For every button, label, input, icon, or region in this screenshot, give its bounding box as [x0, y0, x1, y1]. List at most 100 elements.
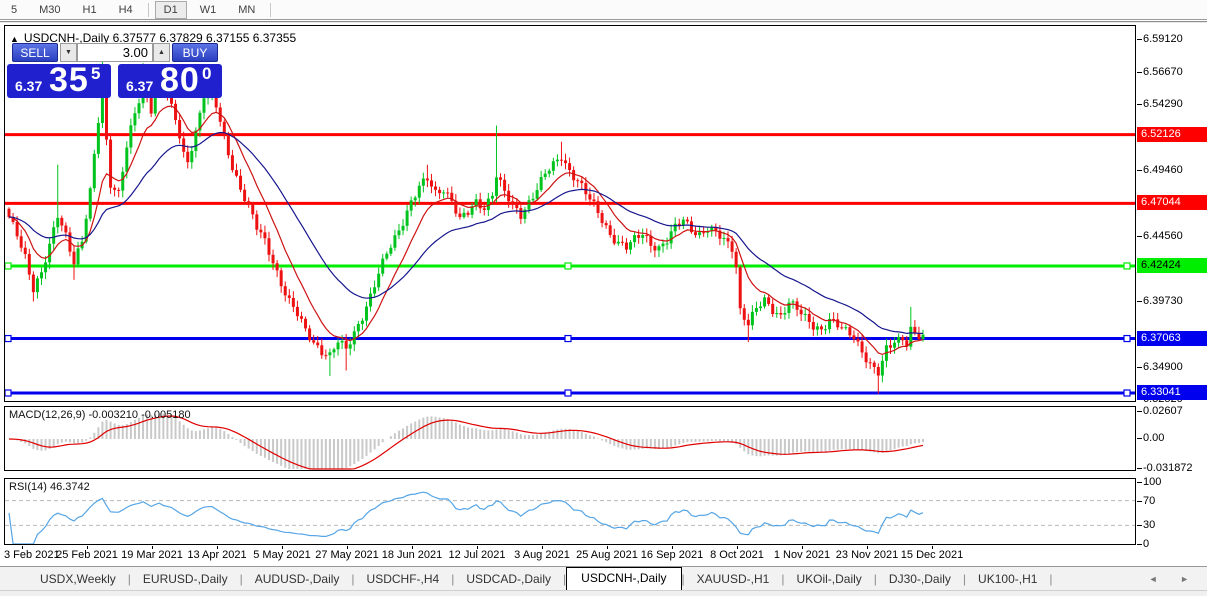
bid-price-box[interactable]: 6.37 35 5	[7, 64, 111, 98]
price-tick-mark	[1137, 39, 1142, 40]
chart-tab-eurusd-daily[interactable]: EURUSD-,Daily	[131, 569, 240, 590]
rsi-value: 46.3742	[50, 481, 90, 493]
price-marker-6.52126: 6.52126	[1137, 127, 1207, 142]
price-tick-label: 6.49460	[1143, 164, 1183, 176]
timeframe-button-d1[interactable]: D1	[155, 1, 187, 19]
macd-label: MACD(12,26,9) -0.003210 -0.005180	[9, 409, 191, 421]
price-tick-mark	[1137, 525, 1142, 526]
time-axis-label: 23 Nov 2021	[836, 549, 898, 561]
ma-30-line[interactable]	[9, 133, 923, 334]
price-tick-label: 6.59120	[1143, 33, 1183, 45]
price-tick-mark	[1137, 501, 1142, 502]
timeframe-button-h1[interactable]: H1	[74, 1, 106, 19]
macd-values: -0.003210 -0.005180	[88, 409, 190, 421]
volume-decrease-icon[interactable]: ▼	[60, 43, 77, 62]
chart-tab-usdchf-h4[interactable]: USDCHF-,H4	[355, 569, 452, 590]
price-marker-6.47044: 6.47044	[1137, 195, 1207, 210]
tab-scroll-arrows[interactable]: ◄ ►	[1149, 574, 1199, 584]
chart-tab-dj30-daily[interactable]: DJ30-,Daily	[877, 569, 963, 590]
timeframe-button-h4[interactable]: H4	[110, 1, 142, 19]
chart-tab-ukoil-daily[interactable]: UKOil-,Daily	[784, 569, 873, 590]
price-tick-label: 100	[1143, 476, 1161, 488]
chart-tab-xauusd-h1[interactable]: XAUUSD-,H1	[685, 569, 782, 590]
time-axis: 3 Feb 202125 Feb 202119 Mar 2021 13 Apr 2…	[4, 546, 1137, 565]
timeframe-button-w1[interactable]: W1	[191, 1, 226, 19]
chart-tab-audusd-daily[interactable]: AUDUSD-,Daily	[243, 569, 352, 590]
bid-pip-digit: 5	[91, 64, 100, 84]
one-click-trade-panel: SELL ▼ ▲ BUY 6.37 35 5 6.37 80 0	[7, 43, 222, 100]
hline-6.33041[interactable]	[5, 390, 1135, 396]
chart-tab-bar: USDX,Weekly|EURUSD-,Daily|AUDUSD-,Daily|…	[0, 566, 1207, 590]
price-tick-mark	[1137, 411, 1142, 412]
bottom-strip	[0, 590, 1207, 596]
price-tick-mark	[1137, 170, 1142, 171]
macd-signal-line	[9, 416, 923, 469]
price-tick-label: 70	[1143, 495, 1155, 507]
rsi-line	[9, 492, 923, 544]
chart-tab-usdcnh-daily[interactable]: USDCNH-,Daily	[566, 567, 681, 590]
price-tick-label: 6.34900	[1143, 361, 1183, 373]
timeframe-button-mn[interactable]: MN	[229, 1, 264, 19]
ask-prefix: 6.37	[126, 78, 153, 94]
price-tick-mark	[1137, 438, 1142, 439]
hline-6.37063[interactable]	[5, 336, 1135, 342]
bid-prefix: 6.37	[15, 78, 42, 94]
ma-10-line[interactable]	[9, 106, 923, 354]
chart-tab-usdx-weekly[interactable]: USDX,Weekly	[28, 569, 128, 590]
volume-increase-icon[interactable]: ▲	[153, 43, 170, 62]
price-tick-label: 30	[1143, 519, 1155, 531]
price-tick-mark	[1137, 236, 1142, 237]
price-tick-mark	[1137, 104, 1142, 105]
toolbar-separator	[270, 3, 271, 17]
chart-tab-usdcad-daily[interactable]: USDCAD-,Daily	[454, 569, 563, 590]
tab-separator: |	[1049, 572, 1052, 590]
time-axis-label: 13 Apr 2021	[187, 549, 246, 561]
window-edge	[0, 21, 1207, 23]
macd-panel[interactable]: MACD(12,26,9) -0.003210 -0.005180	[4, 406, 1136, 471]
price-marker-6.33041: 6.33041	[1137, 385, 1207, 400]
bid-big-digits: 35	[49, 61, 89, 100]
volume-stepper: ▼ ▲	[60, 43, 170, 62]
price-tick-label: -0.031872	[1143, 462, 1193, 474]
price-tick-label: 0.02607	[1143, 405, 1183, 417]
time-axis-label: 16 Sep 2021	[641, 549, 703, 561]
timeframe-toolbar: 5M30 H1H4 D1W1MN	[0, 0, 1207, 20]
buy-button[interactable]: BUY	[172, 43, 218, 62]
ask-pip-digit: 0	[202, 64, 211, 84]
price-tick-label: 6.54290	[1143, 98, 1183, 110]
chart-tab-uk100-h1[interactable]: UK100-,H1	[966, 569, 1049, 590]
timeframe-button-m30[interactable]: M30	[30, 1, 69, 19]
price-tick-mark	[1137, 72, 1142, 73]
ask-price-box[interactable]: 6.37 80 0	[118, 64, 222, 98]
time-axis-label: 3 Feb 2021	[4, 549, 60, 561]
price-tick-label: 0.00	[1143, 432, 1164, 444]
price-marker-6.42424: 6.42424	[1137, 258, 1207, 273]
price-tick-label: 6.44560	[1143, 230, 1183, 242]
time-axis-label: 5 May 2021	[253, 549, 310, 561]
price-marker-6.37063: 6.37063	[1137, 331, 1207, 346]
time-axis-label: 15 Dec 2021	[901, 549, 963, 561]
price-tick-mark	[1137, 544, 1142, 545]
time-axis-label: 27 May 2021	[315, 549, 379, 561]
price-tick-label: 6.56670	[1143, 66, 1183, 78]
time-axis-label: 25 Feb 2021	[56, 549, 118, 561]
time-axis-label: 19 Mar 2021	[121, 549, 183, 561]
time-axis-label: 12 Jul 2021	[449, 549, 506, 561]
timeframe-button-5[interactable]: 5	[2, 1, 26, 19]
rsi-panel[interactable]: RSI(14) 46.3742	[4, 478, 1136, 545]
rsi-label: RSI(14) 46.3742	[9, 481, 90, 493]
price-tick-mark	[1137, 468, 1142, 469]
time-axis-label: 25 Aug 2021	[576, 549, 638, 561]
rsi-chart	[5, 479, 1135, 544]
toolbar-separator	[148, 3, 149, 17]
hline-6.42424[interactable]	[5, 263, 1135, 269]
time-axis-label: 8 Oct 2021	[710, 549, 764, 561]
price-tick-label: 6.39730	[1143, 295, 1183, 307]
time-axis-label: 1 Nov 2021	[774, 549, 830, 561]
price-tick-mark	[1137, 301, 1142, 302]
price-tick-mark	[1137, 367, 1142, 368]
price-tick-label: 0	[1143, 538, 1149, 550]
sell-button[interactable]: SELL	[12, 43, 58, 62]
time-axis-label: 18 Jun 2021	[382, 549, 443, 561]
volume-input[interactable]	[77, 43, 153, 62]
